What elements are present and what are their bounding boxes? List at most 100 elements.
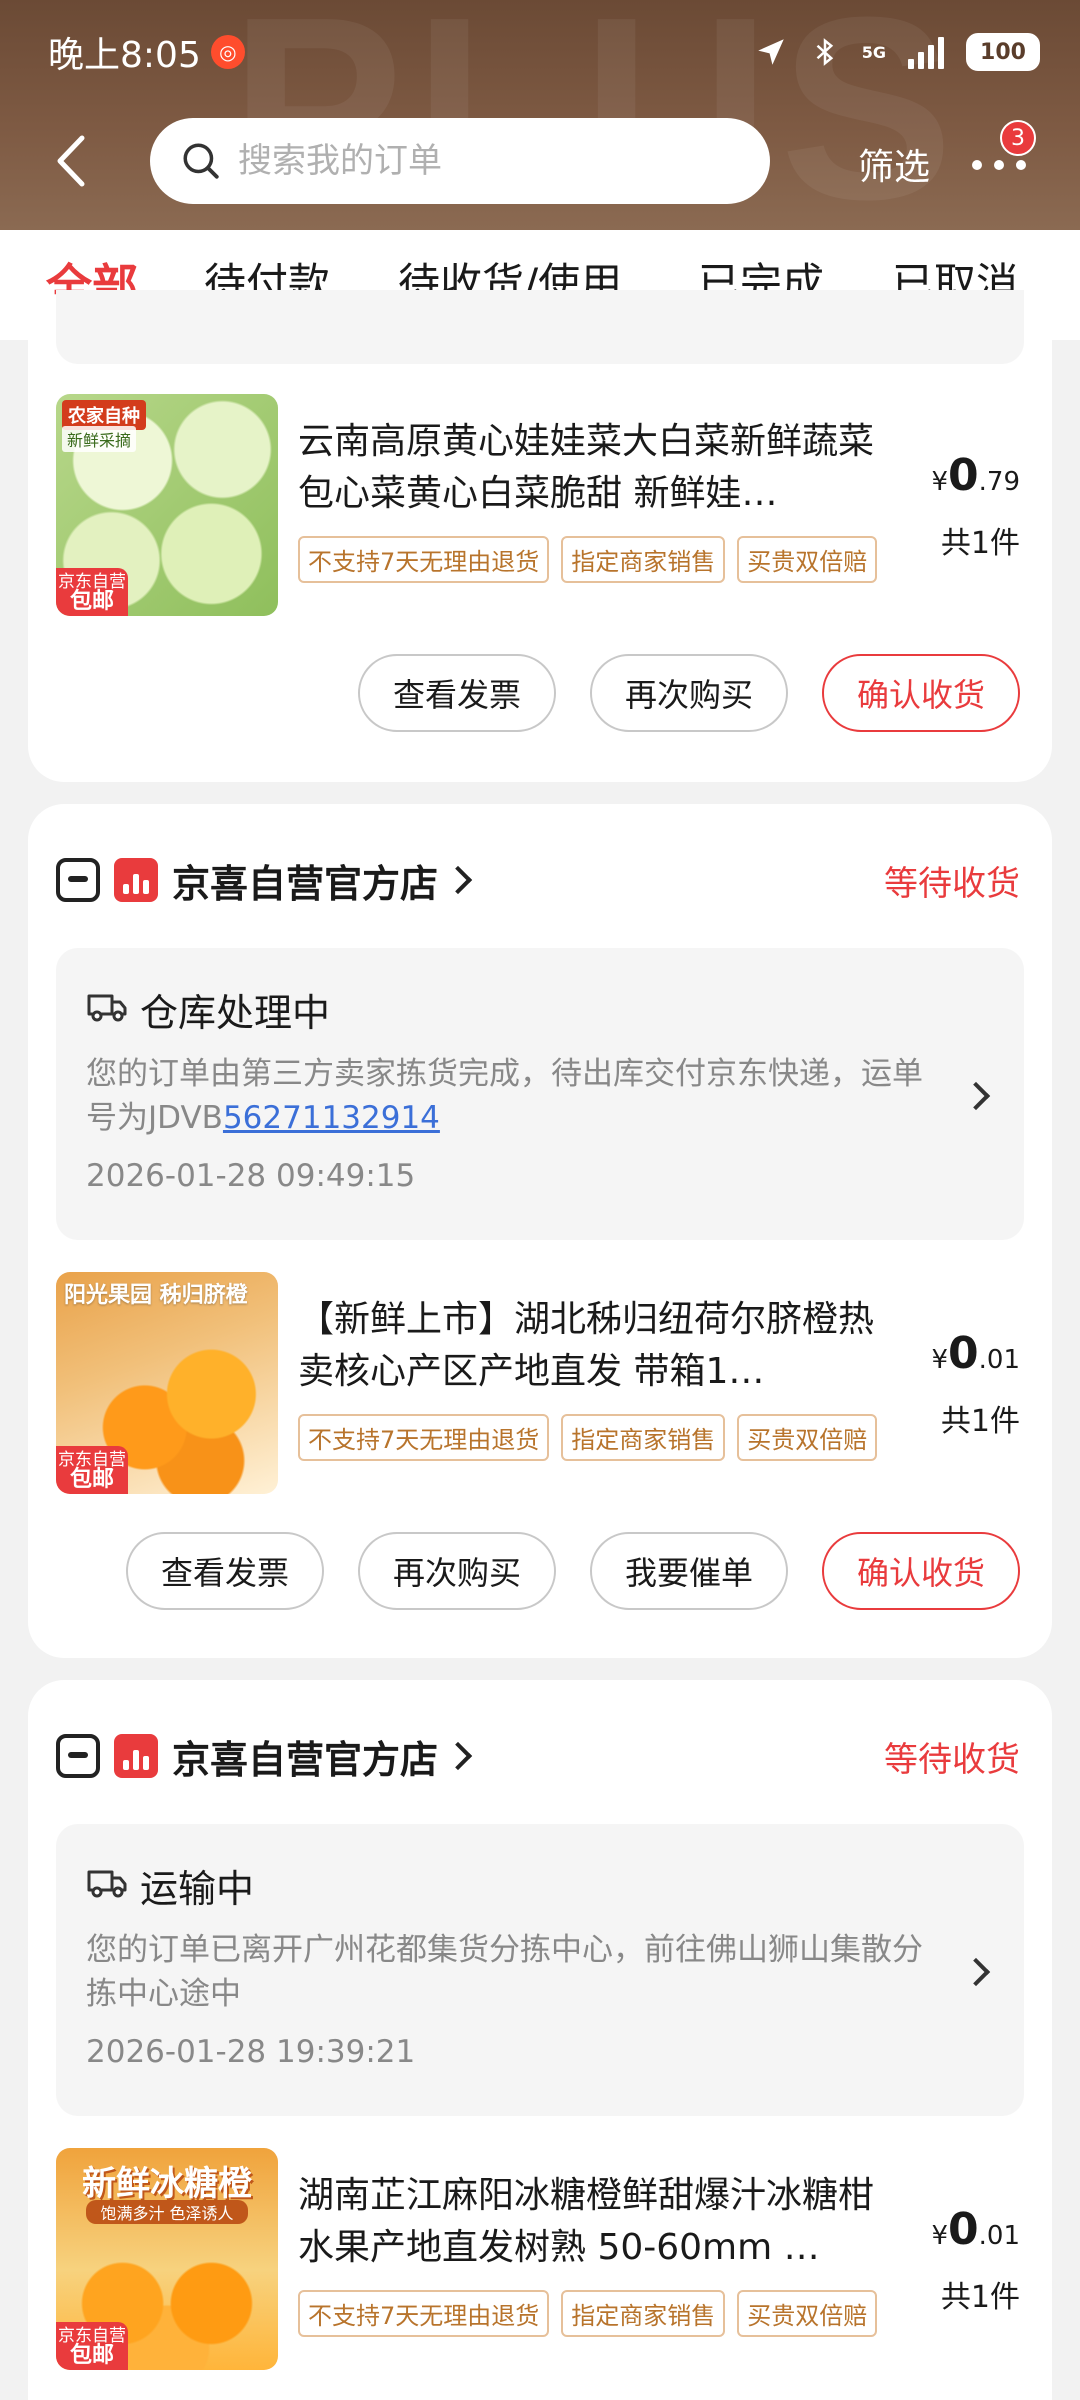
search-input[interactable] [238, 141, 718, 181]
buy-again-button[interactable]: 再次购买 [590, 654, 788, 732]
tracking-number-link[interactable]: 56271132914 [223, 1100, 440, 1136]
more-dot-icon [972, 160, 982, 170]
product-tag: 不支持7天无理由退货 [298, 1414, 550, 1461]
logistic-time: 2026-01-28 19:39:21 [86, 2034, 416, 2070]
product-quantity: 共1件 [940, 2280, 1020, 2315]
product-tag: 指定商家销售 [561, 2290, 726, 2337]
price-decimal: .79 [978, 467, 1020, 497]
more-dot-icon [1016, 160, 1026, 170]
view-invoice-button[interactable]: 查看发票 [126, 1532, 324, 1610]
product-tag: 买贵双倍赔 [737, 2290, 878, 2337]
product-tag: 买贵双倍赔 [737, 1414, 878, 1461]
price-integer: 0 [948, 1328, 979, 1379]
app-notification-icon: ◎ [210, 35, 245, 69]
logistic-description: 您的订单由第三方卖家拣货完成，待出库交付京东快递，运单号为JDVB5627113… [86, 1052, 940, 1140]
buy-again-button[interactable]: 再次购买 [358, 1532, 556, 1610]
product-image[interactable]: 新鲜冰糖橙 饱满多汁 色泽诱人 京东自营 包邮 [56, 2148, 278, 2370]
price-decimal: .01 [978, 2221, 1020, 2251]
logistic-panel[interactable]: 仓库处理中 您的订单由第三方卖家拣货完成，待出库交付京东快递，运单号为JDVB5… [56, 948, 1024, 1240]
chevron-right-icon [961, 1081, 991, 1111]
order-product[interactable]: 阳光果园 秭归脐橙 京东自营 包邮 【新鲜上市】湖北秭归纽荷尔脐橙热卖核心产区产… [56, 1272, 1020, 1494]
product-image[interactable]: 阳光果园 秭归脐橙 京东自营 包邮 [56, 1272, 278, 1494]
search-icon [183, 143, 219, 179]
order-status: 等待收货 [884, 1739, 1020, 1780]
product-tags: 不支持7天无理由退货 指定商家销售 买贵双倍赔 [298, 536, 878, 583]
shop-header[interactable]: 京喜自营官方店 等待收货 [56, 850, 1020, 910]
product-quantity: 共1件 [940, 526, 1020, 561]
signal-icon [908, 35, 944, 69]
product-tag: 买贵双倍赔 [737, 536, 878, 583]
product-image-title: 新鲜冰糖橙 [82, 2164, 252, 2204]
price-symbol: ¥ [931, 1345, 949, 1375]
chevron-right-icon [961, 1957, 991, 1987]
shop-name[interactable]: 京喜自营官方店 [172, 853, 438, 908]
battery-icon: 100 [966, 33, 1040, 71]
logistic-title: 运输中 [140, 1867, 255, 1911]
order-actions: 查看发票 再次购买 确认收货 [358, 654, 1020, 732]
order-card: 京喜自营官方店 等待收货 仓库处理中 您的订单由第三方卖家拣货完成，待出库交付京… [28, 804, 1052, 1658]
product-image[interactable]: 农家自种 新鲜采摘 京东自营 包邮 [56, 394, 278, 616]
shop-header[interactable]: 京喜自营官方店 等待收货 [56, 1726, 1020, 1786]
logistic-panel-collapsed [56, 290, 1024, 364]
order-product[interactable]: 新鲜冰糖橙 饱满多汁 色泽诱人 京东自营 包邮 湖南芷江麻阳冰糖橙鲜甜爆汁冰糖柑… [56, 2148, 1020, 2370]
product-image-subtag: 新鲜采摘 [62, 426, 137, 452]
jingxi-logo-icon [114, 1734, 158, 1778]
free-shipping-badge: 京东自营 包邮 [56, 2322, 128, 2370]
urge-order-button[interactable]: 我要催单 [590, 1532, 788, 1610]
truck-icon [87, 994, 127, 1022]
product-image-title: 阳光果园 秭归脐橙 [64, 1283, 248, 1308]
logistic-description: 您的订单已离开广州花都集货分拣中心，前往佛山狮山集散分拣中心途中 [86, 1932, 923, 2012]
price-integer: 0 [948, 450, 979, 501]
product-price: ¥0.79 [931, 450, 1020, 501]
price-decimal: .01 [978, 1345, 1020, 1375]
store-icon [56, 1734, 100, 1778]
location-icon [757, 39, 784, 65]
logistic-time: 2026-01-28 09:49:15 [86, 1158, 416, 1194]
product-name[interactable]: 湖南芷江麻阳冰糖橙鲜甜爆汁冰糖柑水果产地直发树熟 50-60mm … [298, 2170, 878, 2274]
message-badge: 3 [1000, 120, 1036, 156]
product-tag: 指定商家销售 [561, 536, 726, 583]
truck-icon [87, 1870, 127, 1898]
price-symbol: ¥ [931, 467, 949, 497]
product-tags: 不支持7天无理由退货 指定商家销售 买贵双倍赔 [298, 1414, 878, 1461]
ship-label-bold: 包邮 [69, 589, 114, 614]
ship-label-bold: 包邮 [69, 2343, 114, 2368]
back-arrow-icon[interactable] [52, 134, 92, 188]
order-card: 农家自种 新鲜采摘 京东自营 包邮 云南高原黄心娃娃菜大白菜新鲜蔬菜包心菜黄心白… [28, 290, 1052, 782]
more-dot-icon [994, 160, 1004, 170]
header: PLUS 晚上8:05 ◎ 5G 100 筛选 3 [0, 0, 1080, 230]
price-symbol: ¥ [931, 2221, 949, 2251]
ship-label-bold: 包邮 [69, 1467, 114, 1492]
product-tag: 不支持7天无理由退货 [298, 2290, 550, 2337]
product-tag: 不支持7天无理由退货 [298, 536, 550, 583]
confirm-receipt-button[interactable]: 确认收货 [822, 1532, 1020, 1610]
jingxi-logo-icon [114, 858, 158, 902]
free-shipping-badge: 京东自营 包邮 [56, 1446, 128, 1494]
free-shipping-badge: 京东自营 包邮 [56, 568, 128, 616]
price-integer: 0 [948, 2204, 979, 2255]
product-tags: 不支持7天无理由退货 指定商家销售 买贵双倍赔 [298, 2290, 878, 2337]
order-product[interactable]: 农家自种 新鲜采摘 京东自营 包邮 云南高原黄心娃娃菜大白菜新鲜蔬菜包心菜黄心白… [56, 394, 1020, 616]
filter-button[interactable]: 筛选 [858, 138, 930, 190]
logistic-panel[interactable]: 运输中 您的订单已离开广州花都集货分拣中心，前往佛山狮山集散分拣中心途中 202… [56, 1824, 1024, 2116]
status-time: 晚上8:05 [48, 35, 201, 76]
order-card: 京喜自营官方店 等待收货 运输中 您的订单已离开广州花都集货分拣中心，前往佛山狮… [28, 1680, 1052, 2400]
product-tag: 指定商家销售 [561, 1414, 726, 1461]
product-image-subtitle: 饱满多汁 色泽诱人 [86, 2200, 248, 2224]
shop-name[interactable]: 京喜自营官方店 [172, 1729, 438, 1784]
status-bar: 晚上8:05 ◎ 5G 100 [48, 28, 1040, 76]
view-invoice-button[interactable]: 查看发票 [358, 654, 556, 732]
network-type: 5G [861, 42, 886, 62]
more-menu-button[interactable]: 3 [966, 120, 1036, 188]
logistic-desc-text: 您的订单由第三方卖家拣货完成，待出库交付京东快递，运单号为JDVB [86, 1056, 923, 1136]
product-price: ¥0.01 [931, 1328, 1020, 1379]
store-icon [56, 858, 100, 902]
chevron-right-icon [443, 865, 473, 895]
search-bar[interactable] [150, 118, 770, 204]
order-status: 等待收货 [884, 863, 1020, 904]
nav-row: 筛选 3 [0, 118, 1080, 204]
product-name[interactable]: 云南高原黄心娃娃菜大白菜新鲜蔬菜包心菜黄心白菜脆甜 新鲜娃… [298, 416, 878, 520]
confirm-receipt-button[interactable]: 确认收货 [822, 654, 1020, 732]
logistic-title: 仓库处理中 [140, 991, 331, 1035]
product-name[interactable]: 【新鲜上市】湖北秭归纽荷尔脐橙热卖核心产区产地直发 带箱1… [298, 1294, 878, 1398]
